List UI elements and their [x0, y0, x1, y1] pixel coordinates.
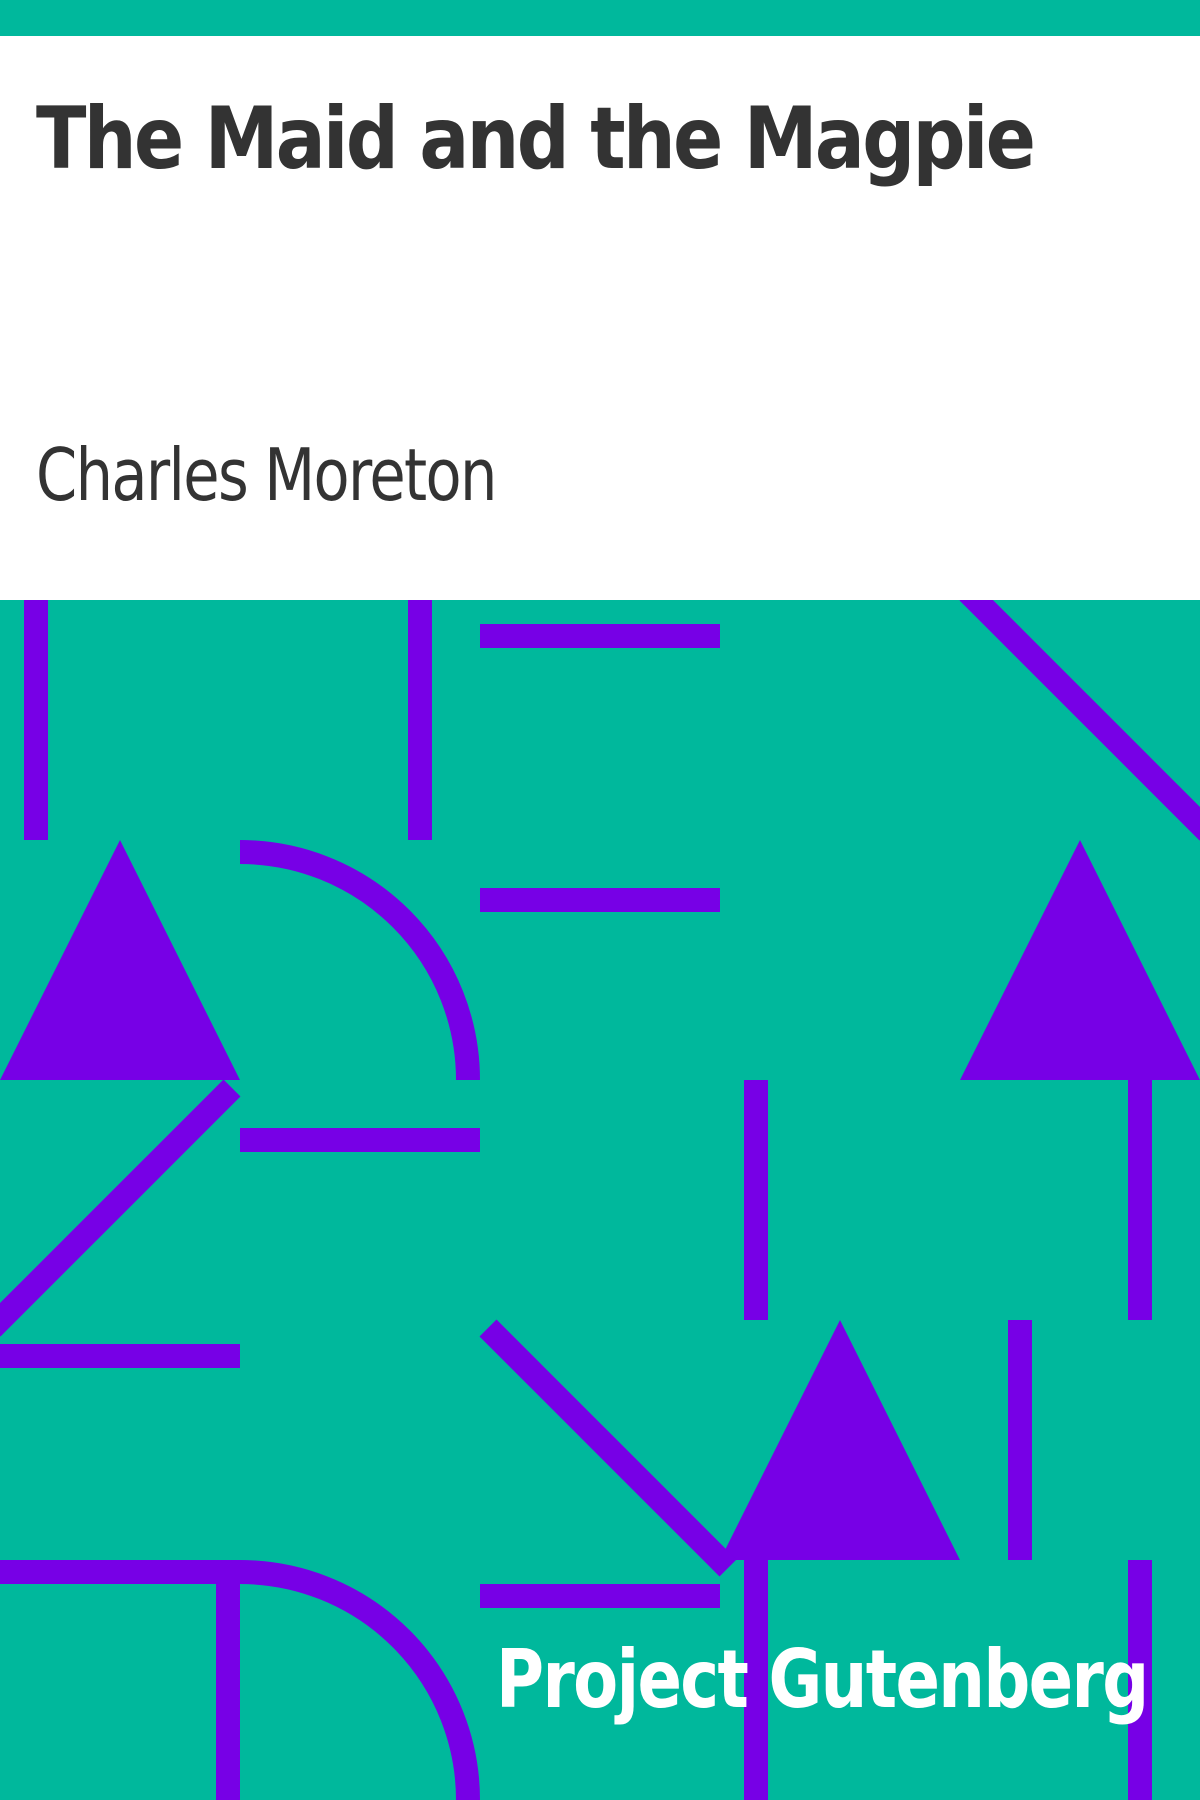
pattern-horizontal-bar — [240, 1128, 480, 1152]
publisher-name: Project Gutenberg — [496, 1633, 1149, 1726]
book-author: Charles Moreton — [36, 433, 497, 517]
book-title: The Maid and the Magpie — [36, 89, 1036, 189]
pattern-quarter-arc — [239, 840, 480, 1081]
pattern-vertical-bar — [744, 1080, 768, 1320]
pattern-diagonal — [959, 600, 1200, 841]
geometric-pattern — [0, 600, 1200, 1800]
pattern-triangle — [720, 1320, 960, 1560]
pattern-diagonal — [479, 1319, 737, 1577]
pattern-horizontal-bar — [480, 888, 720, 912]
pattern-vertical-bar — [216, 1560, 240, 1800]
pattern-vertical-bar — [1008, 1320, 1032, 1560]
book-cover: The Maid and the Magpie Charles Moreton — [0, 0, 1200, 1800]
pattern-diagonal — [0, 1079, 241, 1337]
title-panel: The Maid and the Magpie Charles Moreton — [0, 36, 1200, 600]
pattern-horizontal-bar — [480, 1584, 720, 1608]
pattern-triangle — [0, 840, 240, 1080]
pattern-vertical-bar — [1128, 1080, 1152, 1320]
pattern-horizontal-bar — [480, 624, 720, 648]
top-color-band — [0, 0, 1200, 36]
pattern-vertical-bar — [24, 600, 48, 840]
pattern-vertical-bar — [408, 600, 432, 840]
pattern-horizontal-bar — [0, 1344, 240, 1368]
pattern-triangle — [960, 840, 1200, 1080]
